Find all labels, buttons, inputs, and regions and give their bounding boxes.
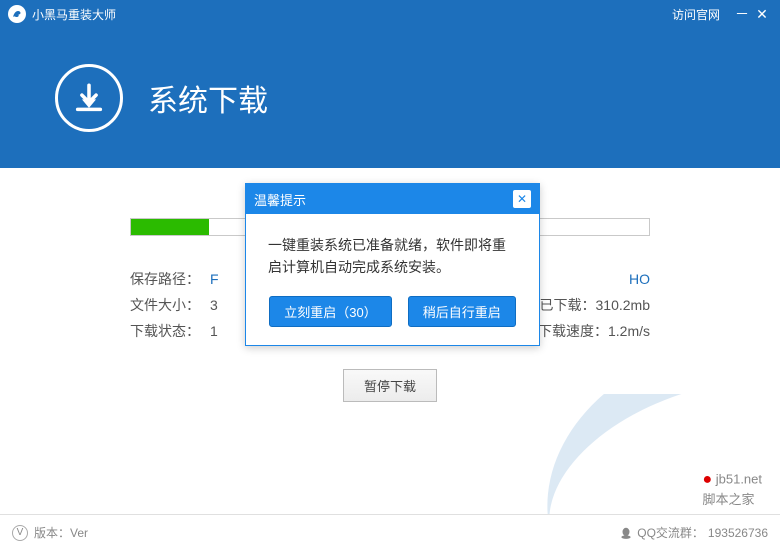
close-window-button[interactable]: ✕ — [752, 6, 772, 23]
watermark-site: jb51.net — [716, 471, 762, 486]
status-value: 1 — [210, 318, 218, 344]
speed-value: 1.2m/s — [608, 323, 650, 339]
save-path-label: 保存路径： — [130, 266, 210, 292]
app-title: 小黑马重装大师 — [32, 6, 116, 23]
restart-later-button[interactable]: 稍后自行重启 — [408, 296, 516, 327]
download-icon — [55, 64, 123, 132]
pause-download-button[interactable]: 暂停下载 — [343, 369, 437, 402]
qq-label: QQ交流群： — [637, 524, 704, 541]
app-logo-icon — [8, 5, 26, 23]
titlebar: 小黑马重装大师 访问官网 － ✕ — [0, 0, 780, 28]
dialog-close-button[interactable]: ✕ — [513, 190, 531, 208]
file-size-value: 3 — [210, 292, 218, 318]
header: 系统下载 — [0, 28, 780, 168]
confirmation-dialog: 温馨提示 ✕ 一键重装系统已准备就绪，软件即将重启计算机自动完成系统安装。 立刻… — [245, 183, 540, 346]
qq-group: QQ交流群： 193526736 — [619, 524, 768, 541]
speed-label: 下载速度： — [538, 323, 608, 339]
qq-number: 193526736 — [708, 526, 768, 540]
save-path-suffix: HO — [629, 271, 650, 287]
dialog-header: 温馨提示 ✕ — [246, 184, 539, 214]
qq-icon — [619, 526, 633, 540]
save-path-value: F — [210, 266, 219, 292]
progress-fill — [131, 219, 209, 235]
dialog-title: 温馨提示 — [254, 190, 306, 209]
visit-website-link[interactable]: 访问官网 — [672, 6, 720, 23]
minimize-button[interactable]: － — [732, 4, 752, 24]
footer: V 版本：Ver QQ交流群： 193526736 — [0, 514, 780, 550]
page-title: 系统下载 — [148, 76, 268, 120]
version-label: 版本：Ver — [34, 524, 88, 541]
downloaded-value: 310.2mb — [596, 297, 650, 313]
version-icon: V — [12, 525, 28, 541]
dialog-actions: 立刻重启（30） 稍后自行重启 — [246, 296, 539, 345]
restart-now-button[interactable]: 立刻重启（30） — [269, 296, 391, 327]
dialog-message: 一键重装系统已准备就绪，软件即将重启计算机自动完成系统安装。 — [246, 214, 539, 296]
downloaded-label: 已下载： — [540, 297, 596, 313]
watermark: ● jb51.net 脚本之家 — [702, 471, 762, 508]
watermark-name: 脚本之家 — [702, 492, 754, 507]
status-label: 下载状态： — [130, 318, 210, 344]
file-size-label: 文件大小： — [130, 292, 210, 318]
